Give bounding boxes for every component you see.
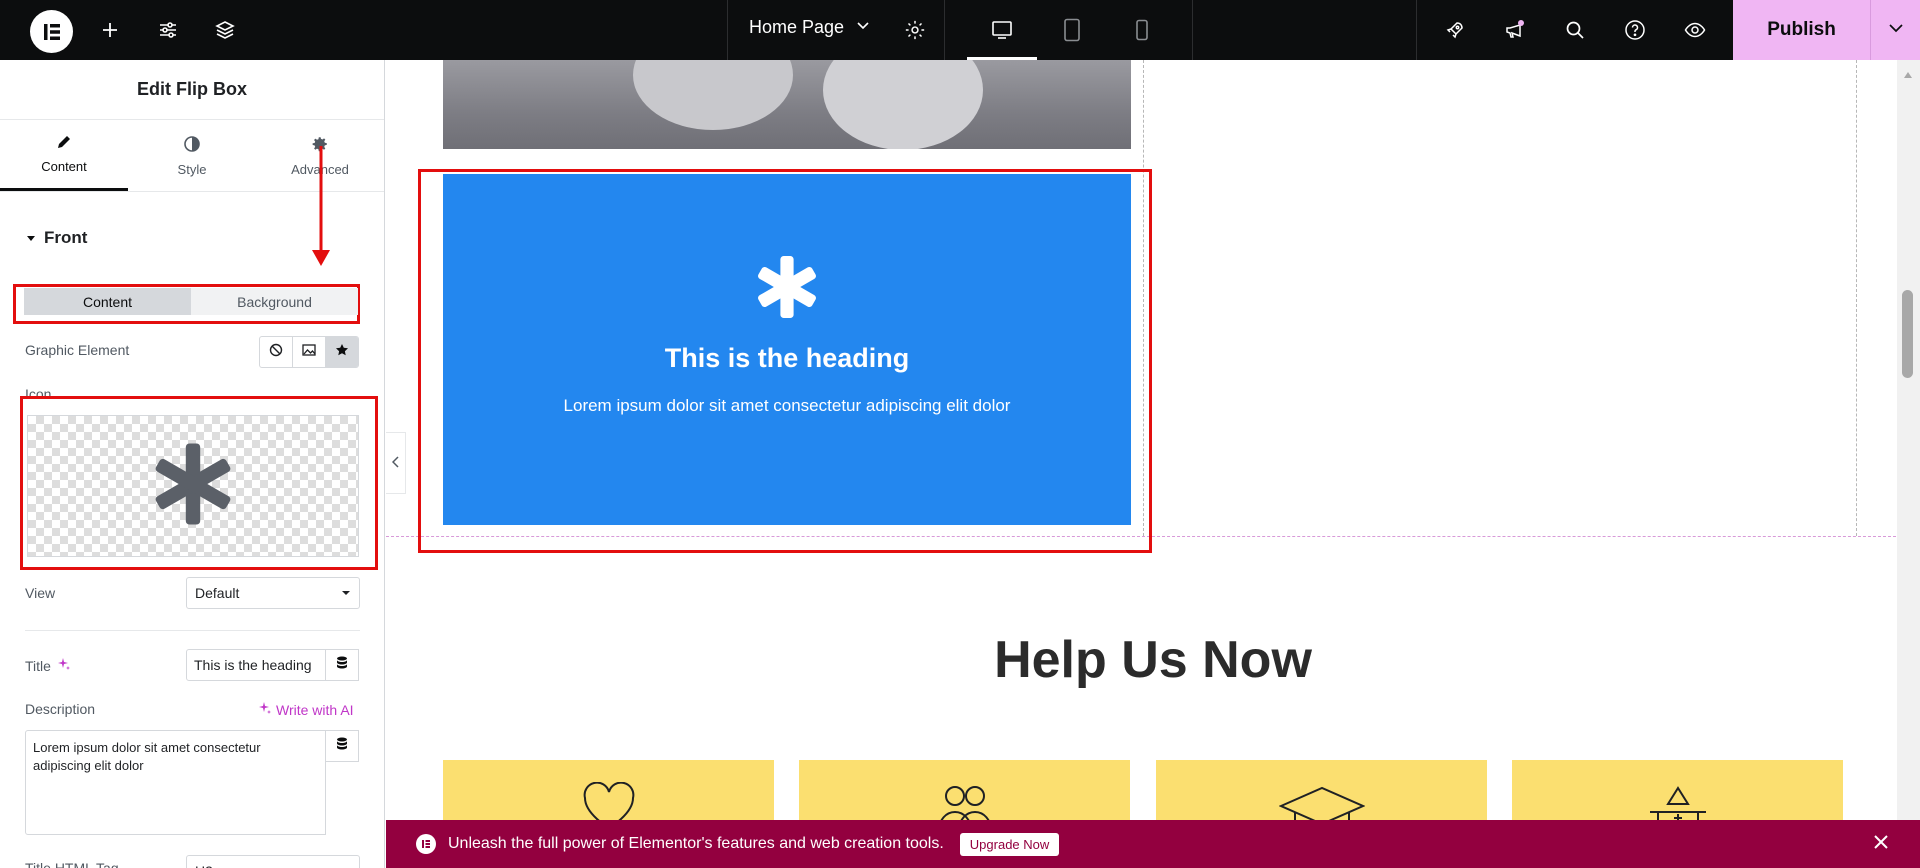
graphic-element-label: Graphic Element (25, 342, 130, 358)
title-label-row: Title (25, 657, 71, 674)
promo-banner: Unleash the full power of Elementor's fe… (386, 820, 1920, 868)
collapse-panel-button[interactable] (386, 432, 406, 494)
icon-choice[interactable] (326, 337, 358, 367)
publish-options-button[interactable] (1870, 0, 1920, 60)
database-icon (336, 737, 348, 756)
gear-icon[interactable] (900, 15, 930, 45)
canvas-scrollbar[interactable] (1897, 60, 1920, 820)
elementor-logo-icon[interactable] (30, 10, 73, 53)
write-with-ai-label: Write with AI (276, 701, 354, 718)
annotation-box-icon (20, 396, 378, 570)
title-tag-select[interactable]: H3 (186, 855, 360, 868)
annotation-arrow (312, 146, 330, 266)
description-label: Description (25, 701, 96, 717)
elementor-logo-icon (416, 834, 436, 854)
publish-button[interactable]: Publish (1733, 0, 1870, 60)
annotation-box-flipbox (418, 169, 1152, 553)
tab-style-label: Style (177, 161, 207, 177)
page-name: Home Page (749, 17, 845, 37)
top-bar: Home Page Publish (0, 0, 1920, 60)
help-us-now-heading: Help Us Now (994, 631, 1312, 689)
search-icon[interactable] (1560, 15, 1590, 45)
plus-icon[interactable] (95, 15, 125, 45)
description-textarea[interactable]: Lorem ipsum dolor sit amet consectetur a… (25, 730, 326, 835)
rocket-icon[interactable] (1440, 15, 1470, 45)
eye-icon[interactable] (1680, 15, 1710, 45)
desktop-icon[interactable] (987, 15, 1017, 45)
sliders-icon[interactable] (153, 15, 183, 45)
dynamic-tags-button[interactable] (325, 649, 359, 681)
tablet-icon[interactable] (1057, 15, 1087, 45)
close-icon[interactable] (1872, 833, 1890, 856)
switch-content[interactable]: Content (24, 288, 191, 315)
caret-down-icon (341, 585, 351, 601)
upgrade-now-button[interactable]: Upgrade Now (959, 832, 1060, 856)
section-front-label: Front (44, 228, 88, 247)
scroll-up-icon[interactable] (1903, 66, 1913, 84)
write-with-ai-link[interactable]: Write with AI (258, 701, 354, 718)
promo-text: Unleash the full power of Elementor's fe… (448, 835, 944, 852)
caret-down-icon (26, 228, 36, 248)
dynamic-tags-button[interactable] (325, 730, 359, 762)
database-icon (336, 656, 348, 675)
layers-icon[interactable] (210, 15, 240, 45)
title-tag-label: Title HTML Tag (25, 860, 119, 868)
divider (25, 630, 360, 631)
graphic-element-choices (259, 336, 359, 368)
panel-title: Edit Flip Box (0, 60, 384, 120)
title-tag-value: H3 (195, 863, 213, 868)
half-circle-icon (183, 135, 201, 156)
switch-background[interactable]: Background (191, 288, 358, 315)
view-select[interactable]: Default (186, 577, 360, 609)
none-choice[interactable] (260, 337, 293, 367)
title-input[interactable]: This is the heading (186, 649, 326, 681)
ai-sparkle-icon (258, 701, 272, 718)
image-icon (302, 343, 316, 362)
page-selector[interactable]: Home Page (749, 17, 870, 38)
mobile-icon[interactable] (1127, 15, 1157, 45)
view-value: Default (195, 585, 240, 601)
star-icon (335, 343, 349, 362)
chevron-down-icon (856, 17, 870, 38)
section-front-toggle[interactable]: Front (26, 228, 87, 248)
pencil-icon (56, 134, 72, 153)
title-label: Title (25, 657, 51, 674)
megaphone-icon[interactable] (1500, 15, 1530, 45)
section-image (443, 60, 1131, 149)
front-content-background-switcher: Content Background (24, 288, 358, 315)
ai-sparkle-icon[interactable] (57, 657, 71, 674)
view-label: View (25, 585, 56, 601)
help-icon[interactable] (1620, 15, 1650, 45)
tab-style[interactable]: Style (128, 120, 256, 191)
scrollbar-thumb[interactable] (1902, 290, 1913, 378)
ban-icon (269, 343, 283, 362)
tab-content-label: Content (41, 159, 87, 174)
chevron-left-icon (391, 455, 400, 471)
tab-content[interactable]: Content (0, 120, 128, 191)
image-choice[interactable] (293, 337, 326, 367)
chevron-down-icon (1888, 20, 1904, 41)
